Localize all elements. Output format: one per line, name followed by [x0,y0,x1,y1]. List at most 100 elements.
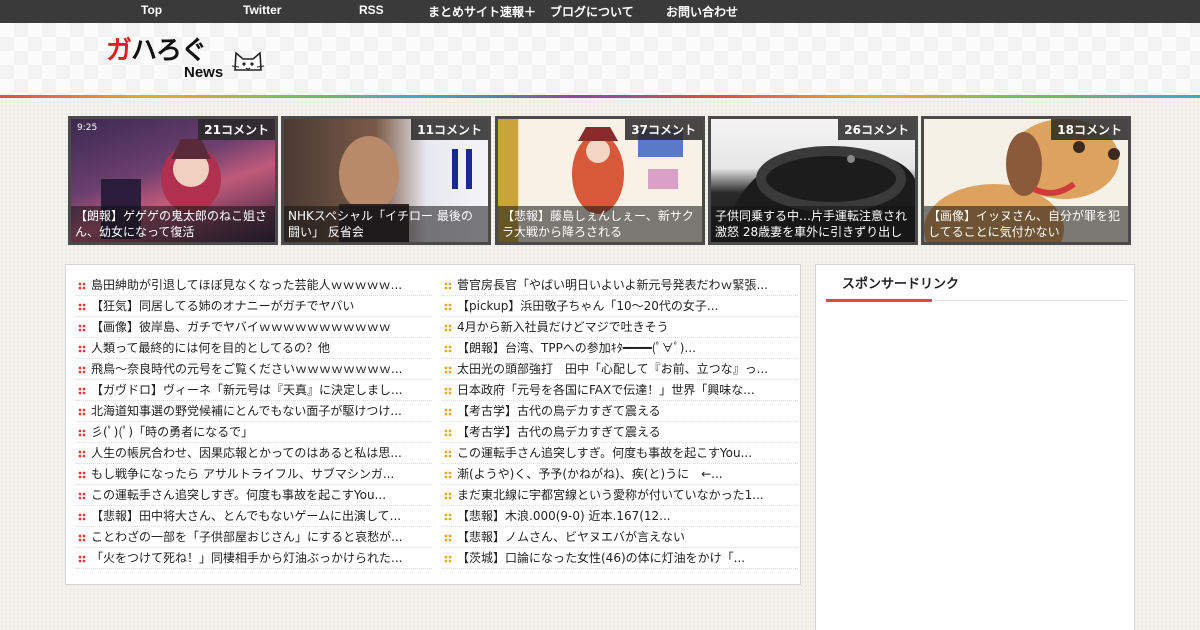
article-link[interactable]: 【狂気】同居してる姉のオナニーがガチでヤバい [76,296,432,317]
article-title: 【pickup】浜田敬子ちゃん「10〜20代の女子... [457,299,719,313]
bullet-icon [78,408,86,416]
article-link[interactable]: 人生の帳尻合わせ、因果応報とかってのはあると私は思... [76,443,432,464]
bullet-icon [78,324,86,332]
bullet-icon [78,303,86,311]
article-title: 【悲報】木浪.000(9-0) 近本.167(12... [457,509,671,523]
article-link[interactable]: 人類って最終的には何を目的としてるの？他 [76,338,432,359]
article-link[interactable]: この運転手さん追突しすぎ。何度も事故を起こすYou... [442,443,798,464]
article-link[interactable]: 「火をつけて死ね！」同棲相手から灯油ぶっかけられた... [76,548,432,569]
article-link[interactable]: 【考古学】古代の鳥デカすぎて震える [442,422,798,443]
bullet-icon [444,450,452,458]
comment-count-badge: 21コメント [198,119,275,140]
bullet-icon [78,534,86,542]
nav-contact[interactable]: お問い合わせ [666,3,738,20]
nav-top[interactable]: Top [141,3,162,17]
article-link[interactable]: 漸(ようや)く、予予(かねがね)、疾(と)うに ←... [442,464,798,485]
article-link[interactable]: ことわざの一部を「子供部屋おじさん」にすると哀愁が... [76,527,432,548]
bullet-icon [78,366,86,374]
bullet-icon [78,513,86,521]
sidebar-heading: スポンサードリンク [826,275,1126,301]
comment-count-badge: 11コメント [411,119,488,140]
bullet-icon [78,555,86,563]
bullet-icon [78,345,86,353]
tile-title: 子供同乗する中…片手運転注意され激怒 28歳妻を車外に引きずり出しケ [711,206,915,242]
article-title: まだ東北線に宇都宮線という愛称が付いていなかった1... [457,488,764,502]
logo-news: News [184,64,224,81]
bullet-icon [444,387,452,395]
article-link[interactable]: 4月から新入社員だけどマジで吐きそう [442,317,798,338]
article-link[interactable]: 彡(ﾟ)(ﾟ)「時の勇者になるで」 [76,422,432,443]
article-link[interactable]: 太田光の頭部強打 田中「心配して『お前、立つな』っ... [442,359,798,380]
article-title: 【悲報】ノムさん、ビヤヌエバが言えない [457,530,686,544]
article-link[interactable]: 北海道知事選の野党候補にとんでもない面子が駆けつけ... [76,401,432,422]
article-title: 「火をつけて死ね！」同棲相手から灯油ぶっかけられた... [91,551,403,565]
bullet-icon [78,429,86,437]
bullet-icon [444,345,452,353]
article-link[interactable]: 【ガヴドロ】ヴィーネ「新元号は『天真』に決定しまし... [76,380,432,401]
article-title: もし戦争になったら アサルトライフル、サブマシンガ... [91,467,395,481]
bullet-icon [444,513,452,521]
article-title: 【画像】彼岸島、ガチでヤバイｗｗｗｗｗｗｗｗｗｗｗ [91,320,391,334]
article-list-left: 島田紳助が引退してほぼ見なくなった芸能人ｗｗｗｗｗ... 【狂気】同居してる姉のオ… [76,275,432,569]
article-title: 菅官房長官「やばい明日いよいよ新元号発表だわｗ緊張... [457,278,768,292]
bullet-icon [444,492,452,500]
nav-about[interactable]: ブログについて [550,3,634,20]
article-link[interactable]: 【画像】彼岸島、ガチでヤバイｗｗｗｗｗｗｗｗｗｗｗ [76,317,432,338]
bullet-icon [444,303,452,311]
article-title: 【考古学】古代の鳥デカすぎて震える [457,404,661,418]
comment-count-badge: 37コメント [625,119,702,140]
article-title: 【ガヴドロ】ヴィーネ「新元号は『天真』に決定しまし... [91,383,403,397]
site-logo[interactable]: ガハろぐ News [106,30,266,86]
article-link[interactable]: この運転手さん追突しすぎ。何度も事故を起こすYou... [76,485,432,506]
article-link[interactable]: まだ東北線に宇都宮線という愛称が付いていなかった1... [442,485,798,506]
featured-tile[interactable]: 37コメント 【悲報】藤島しぇんしぇー、新サクラ大戦から降ろされる [495,116,705,245]
bullet-icon [78,450,86,458]
bullet-icon [444,366,452,374]
article-title: 【狂気】同居してる姉のオナニーがガチでヤバい [91,299,355,313]
article-title: 彡(ﾟ)(ﾟ)「時の勇者になるで」 [91,425,254,439]
article-link[interactable]: 【茨城】口論になった女性(46)の体に灯油をかけ「... [442,548,798,569]
article-link[interactable]: 日本政府「元号を各国にFAXで伝達！」世界「興味な... [442,380,798,401]
article-link[interactable]: 飛鳥～奈良時代の元号をご覧くださいｗｗｗｗｗｗｗｗ... [76,359,432,380]
video-duration: 9:25 [77,123,98,133]
article-title: 【悲報】田中将大さん、とんでもないゲームに出演して... [91,509,402,523]
sidebar: スポンサードリンク [815,264,1135,630]
cat-mascot-icon [231,51,265,71]
bullet-icon [78,471,86,479]
featured-tile[interactable]: 9:25 21コメント 【朗報】ゲゲゲの鬼太郎のねこ姐さん、幼女になって復活 [68,116,278,245]
article-title: 人類って最終的には何を目的としてるの？他 [91,341,331,355]
article-link[interactable]: 【pickup】浜田敬子ちゃん「10〜20代の女子... [442,296,798,317]
tile-title: NHKスペシャル「イチロー 最後の闘い」 反省会 [284,206,488,242]
article-title: 人生の帳尻合わせ、因果応報とかってのはあると私は思... [91,446,402,460]
article-link[interactable]: 【悲報】ノムさん、ビヤヌエバが言えない [442,527,798,548]
article-title: 飛鳥～奈良時代の元号をご覧くださいｗｗｗｗｗｗｗｗ... [91,362,403,376]
article-title: 4月から新入社員だけどマジで吐きそう [457,320,669,334]
featured-tile[interactable]: 18コメント 【画像】イッヌさん、自分が罪を犯してることに気付かない [921,116,1131,245]
featured-tile[interactable]: 11コメント NHKスペシャル「イチロー 最後の闘い」 反省会 [281,116,491,245]
featured-tile[interactable]: 26コメント 子供同乗する中…片手運転注意され激怒 28歳妻を車外に引きずり出し… [708,116,918,245]
article-link[interactable]: 菅官房長官「やばい明日いよいよ新元号発表だわｗ緊張... [442,275,798,296]
nav-matome[interactable]: まとめサイト速報＋ [428,3,536,20]
bullet-icon [78,387,86,395]
nav-rss[interactable]: RSS [359,3,384,17]
article-title: 漸(ようや)く、予予(かねがね)、疾(と)うに ←... [457,467,723,481]
top-nav: Top Twitter RSS まとめサイト速報＋ ブログについて お問い合わせ [0,0,1200,23]
article-title: ことわざの一部を「子供部屋おじさん」にすると哀愁が... [91,530,403,544]
article-link[interactable]: 島田紳助が引退してほぼ見なくなった芸能人ｗｗｗｗｗ... [76,275,432,296]
article-title: 【茨城】口論になった女性(46)の体に灯油をかけ「... [457,551,746,565]
bullet-icon [444,429,452,437]
article-title: 日本政府「元号を各国にFAXで伝達！」世界「興味な... [457,383,755,397]
article-link[interactable]: 【悲報】田中将大さん、とんでもないゲームに出演して... [76,506,432,527]
article-link[interactable]: 【考古学】古代の鳥デカすぎて震える [442,401,798,422]
nav-twitter[interactable]: Twitter [243,3,281,17]
bullet-icon [444,282,452,290]
article-title: この運転手さん追突しすぎ。何度も事故を起こすYou... [457,446,753,460]
article-link[interactable]: 【悲報】木浪.000(9-0) 近本.167(12... [442,506,798,527]
article-title: この運転手さん追突しすぎ。何度も事故を起こすYou... [91,488,387,502]
bullet-icon [444,534,452,542]
article-list-right: 菅官房長官「やばい明日いよいよ新元号発表だわｗ緊張... 【pickup】浜田敬子… [442,275,798,569]
logo-text: ガハろぐ [106,36,207,66]
article-link[interactable]: 【朗報】台湾、TPPへの参加ｷﾀ━━━━(ﾟ∀ﾟ)... [442,338,798,359]
tile-title: 【朗報】ゲゲゲの鬼太郎のねこ姐さん、幼女になって復活 [71,206,275,242]
article-link[interactable]: もし戦争になったら アサルトライフル、サブマシンガ... [76,464,432,485]
